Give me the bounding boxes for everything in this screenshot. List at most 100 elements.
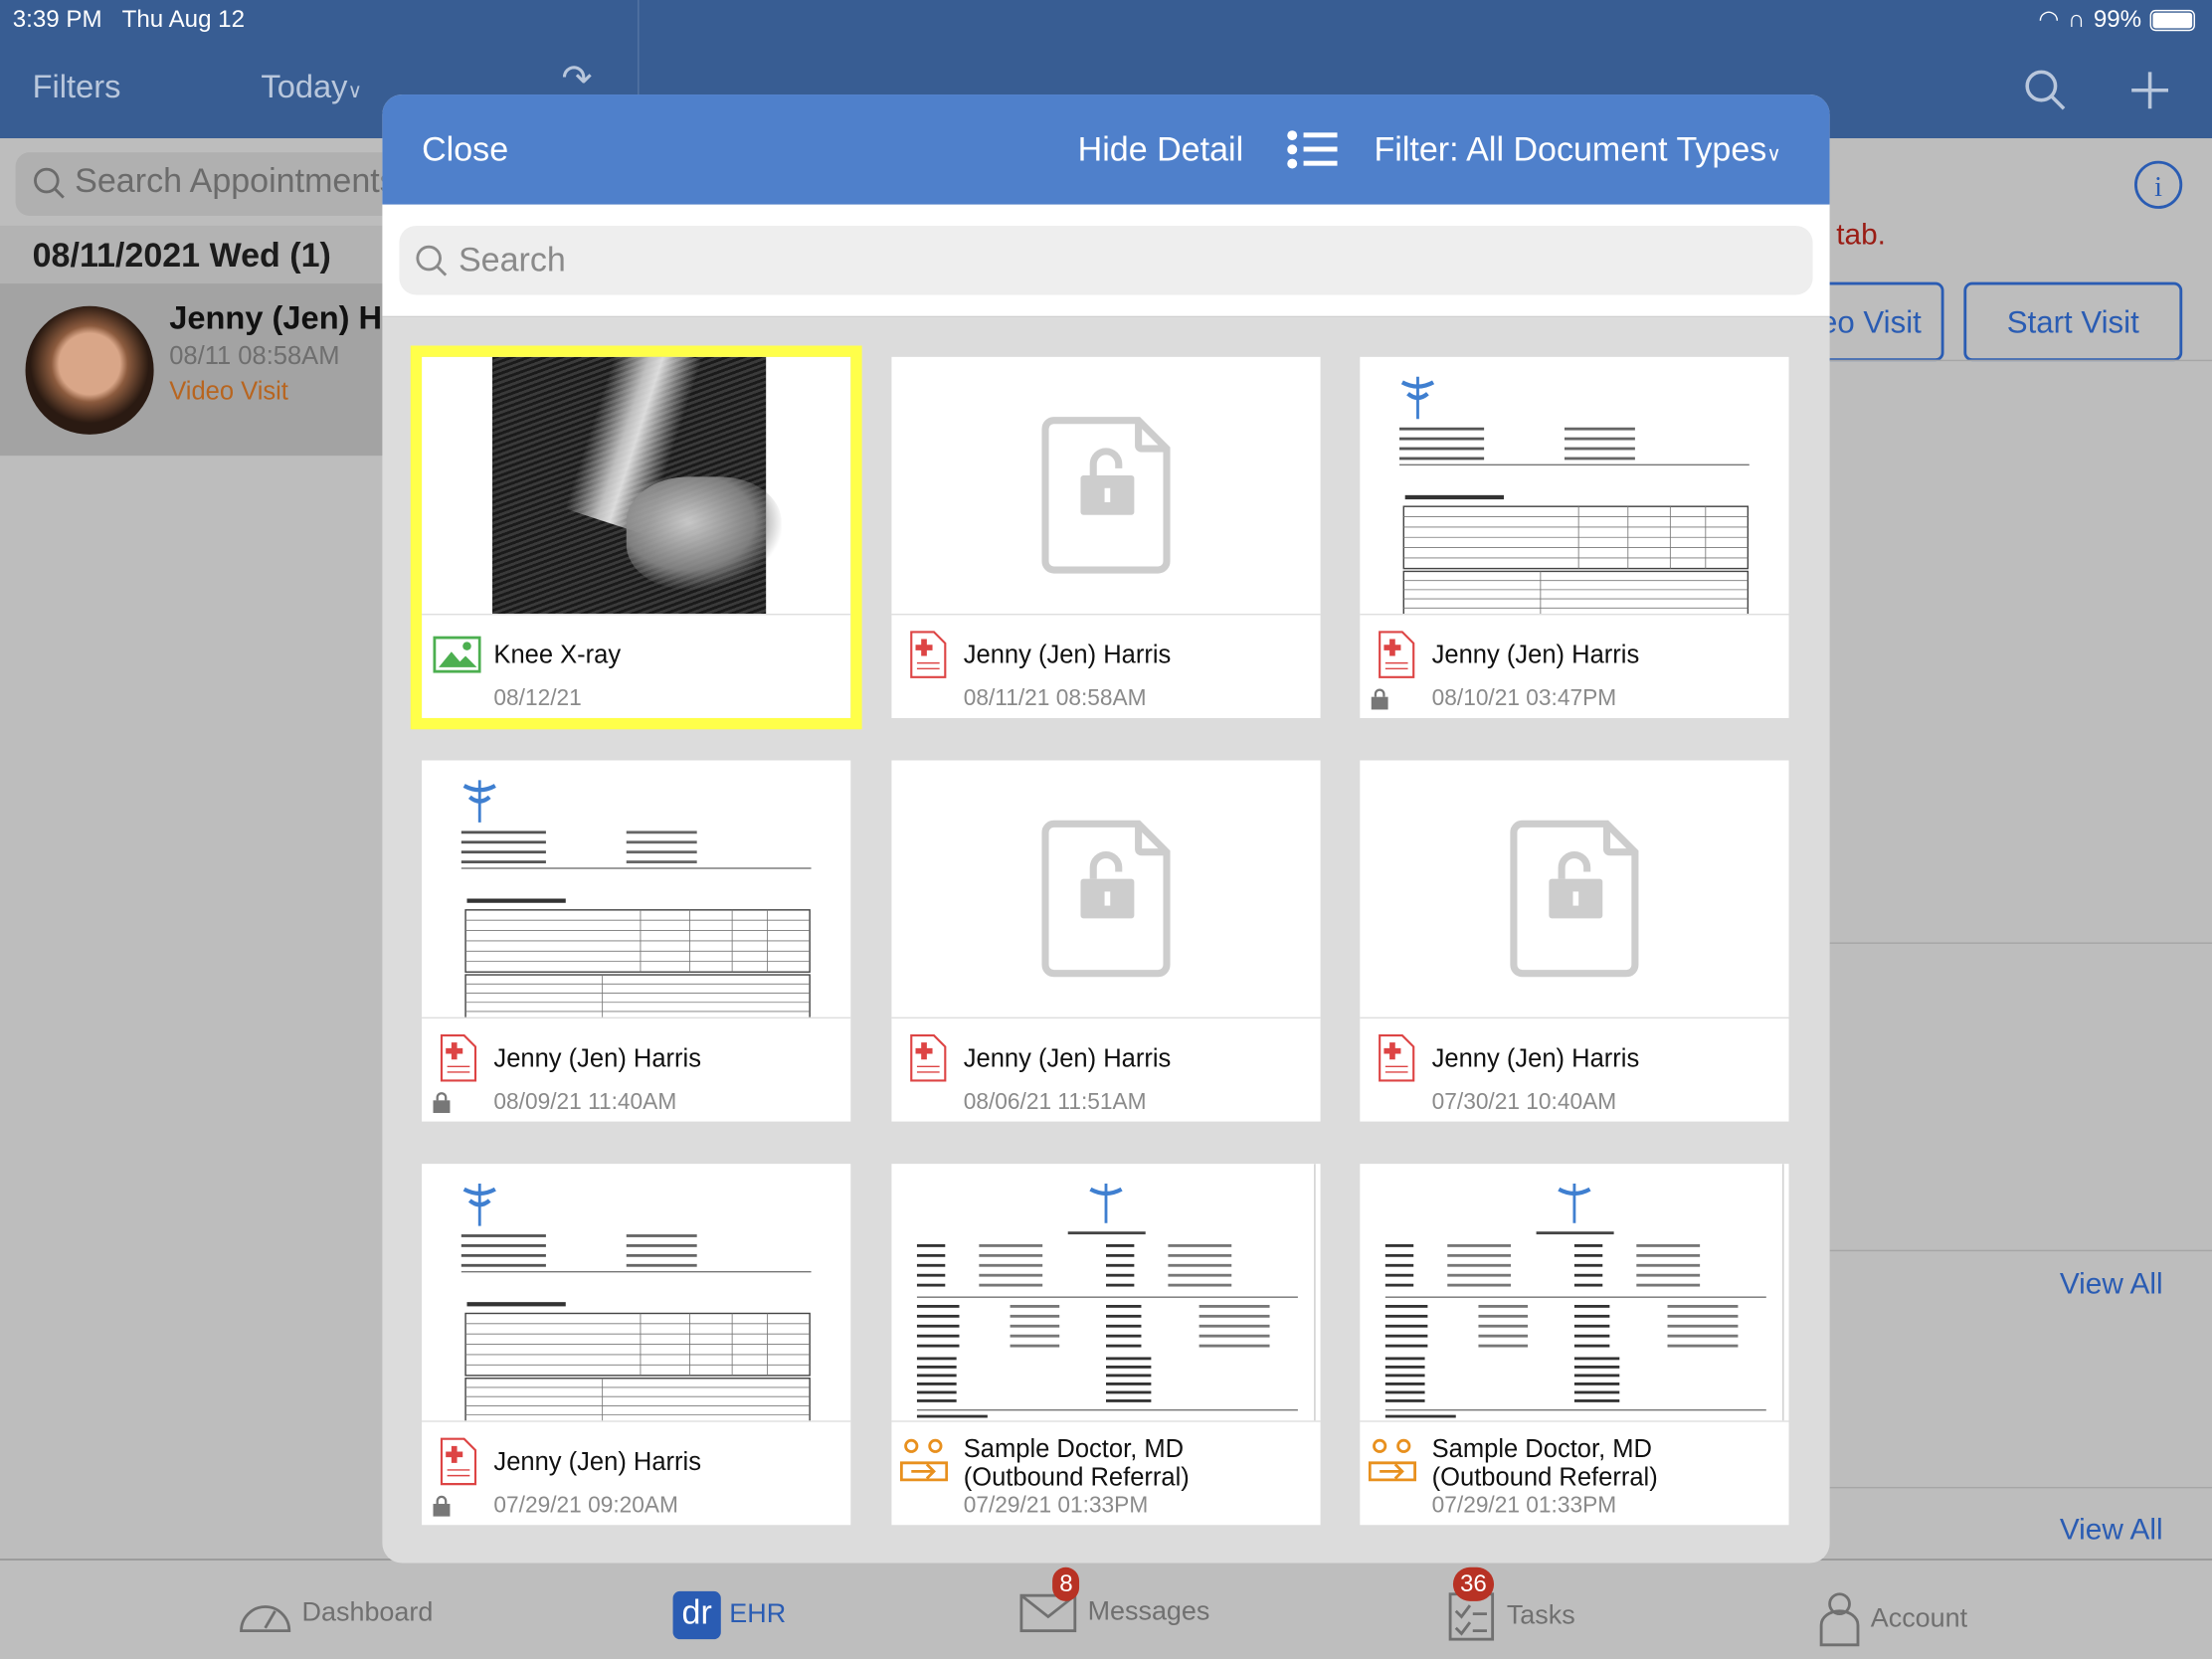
document-thumbnail xyxy=(1360,1164,1789,1422)
tab-ehr[interactable]: dr EHR xyxy=(672,1590,787,1640)
title-text: Jenny (Jen) Harris xyxy=(1431,1043,1640,1072)
dashboard-gauge-icon xyxy=(240,1605,291,1633)
document-card[interactable]: Jenny (Jen) Harris 08/06/21 11:51AM xyxy=(891,760,1321,1122)
divider xyxy=(1829,1249,2212,1252)
headphones-icon: ∩ xyxy=(2067,5,2086,33)
battery-icon xyxy=(2149,9,2195,31)
view-all-link[interactable]: View All xyxy=(2060,1514,2163,1548)
start-visit-button[interactable]: Start Visit xyxy=(1963,281,2183,362)
xray-image xyxy=(492,356,782,614)
document-type-filter[interactable]: Filter: All Document Types∨ xyxy=(1374,131,1780,171)
avatar xyxy=(25,305,154,435)
documents-modal: Close Hide Detail Filter: All Document T… xyxy=(382,94,1830,1564)
tab-account[interactable]: Account xyxy=(1817,1591,1967,1648)
title-text: Jenny (Jen) Harris xyxy=(963,1043,1172,1072)
search-placeholder: Search xyxy=(458,241,566,279)
caduceus-logo-icon xyxy=(1400,376,1435,420)
document-title: Jenny (Jen) Harris xyxy=(493,1044,701,1072)
date: Thu Aug 12 xyxy=(121,5,246,33)
locked-document-icon xyxy=(1041,820,1171,978)
document-date: 08/09/21 11:40AM xyxy=(493,1090,677,1115)
hide-detail-button[interactable]: Hide Detail xyxy=(1078,131,1244,171)
caduceus-logo-icon xyxy=(1089,1184,1123,1223)
medical-document-icon xyxy=(910,1034,947,1082)
messages-badge: 8 xyxy=(1052,1567,1080,1601)
title-text: Jenny (Jen) Harris xyxy=(493,1447,701,1476)
document-title: Sample Doctor, MD (Outbound Referral) xyxy=(964,1434,1190,1491)
document-thumbnail xyxy=(891,1164,1321,1422)
document-date: 08/06/21 11:51AM xyxy=(963,1090,1147,1115)
document-title: Jenny (Jen) Harris xyxy=(964,641,1172,668)
image-icon xyxy=(433,636,481,673)
document-preview xyxy=(461,780,812,1017)
today-dropdown[interactable]: Today∨ xyxy=(261,68,362,105)
document-card[interactable]: Knee X-ray 08/12/21 xyxy=(410,345,862,730)
tab-messages[interactable]: Messages xyxy=(1019,1591,1209,1634)
document-title: Knee X-ray xyxy=(493,641,621,668)
document-title: Jenny (Jen) Harris xyxy=(493,1447,701,1475)
document-card[interactable]: Jenny (Jen) Harris 07/30/21 10:40AM xyxy=(1360,760,1789,1122)
subtitle-text: (Outbound Referral) xyxy=(1431,1462,1658,1492)
locked-document-icon xyxy=(1041,417,1171,574)
add-icon[interactable] xyxy=(2130,71,2170,110)
document-search-input[interactable]: Search xyxy=(399,225,1813,295)
divider xyxy=(1829,1486,2212,1489)
search-area: Search xyxy=(382,204,1830,318)
document-date: 07/30/21 10:40AM xyxy=(1431,1090,1617,1115)
filter-label: Filter: All Document Types xyxy=(1374,130,1767,170)
document-card[interactable]: Sample Doctor, MD (Outbound Referral) 07/2… xyxy=(891,1164,1321,1526)
document-card[interactable]: Sample Doctor, MD (Outbound Referral) 07/2… xyxy=(1360,1164,1789,1526)
battery-percent: 99% xyxy=(2093,5,2142,33)
document-thumbnail xyxy=(1360,761,1789,1019)
tab-dashboard[interactable]: Dashboard xyxy=(237,1591,433,1636)
tab-label: Account xyxy=(1870,1603,1968,1634)
document-card[interactable]: Jenny (Jen) Harris 08/09/21 11:40AM xyxy=(422,760,851,1122)
tab-label: Dashboard xyxy=(301,1598,434,1628)
search-icon xyxy=(34,167,65,199)
tab-label: EHR xyxy=(729,1599,787,1630)
appointment-time: 08/11 08:58AM xyxy=(169,341,340,370)
document-card[interactable]: Jenny (Jen) Harris 08/10/21 03:47PM xyxy=(1360,356,1789,718)
document-preview xyxy=(461,1184,812,1421)
visit-type: Video Visit xyxy=(169,376,288,406)
document-date: 08/10/21 03:47PM xyxy=(1431,686,1617,711)
filters-button[interactable]: Filters xyxy=(33,68,121,105)
referral-icon xyxy=(899,1438,949,1482)
view-all-link[interactable]: View All xyxy=(2060,1268,2163,1302)
medical-document-icon xyxy=(910,631,947,678)
medical-document-icon xyxy=(1379,1034,1415,1082)
title-text: Jenny (Jen) Harris xyxy=(1431,640,1640,669)
caduceus-logo-icon xyxy=(462,1184,496,1226)
close-button[interactable]: Close xyxy=(422,131,508,171)
account-doctor-icon xyxy=(1819,1592,1860,1647)
lock-icon xyxy=(1371,688,1388,710)
ehr-logo-icon: dr xyxy=(672,1590,721,1640)
status-time: 3:39 PM Thu Aug 12 xyxy=(13,6,245,34)
locked-document-icon xyxy=(1510,820,1639,978)
subtitle-text: (Outbound Referral) xyxy=(963,1462,1190,1492)
document-card[interactable]: Jenny (Jen) Harris 08/11/21 08:58AM xyxy=(891,356,1321,718)
chevron-down-icon: ∨ xyxy=(1766,142,1781,165)
tab-label: Messages xyxy=(1087,1596,1210,1627)
title-text: Jenny (Jen) Harris xyxy=(963,640,1172,669)
lock-icon xyxy=(433,1495,451,1517)
document-title: Jenny (Jen) Harris xyxy=(1432,641,1640,668)
title-text: Sample Doctor, MD xyxy=(963,1434,1185,1463)
medical-document-icon xyxy=(440,1437,477,1486)
app-screen: 3:39 PM Thu Aug 12 ◠ ∩ 99% Filters Today∨… xyxy=(0,0,2212,1659)
document-date: 08/12/21 xyxy=(493,686,582,711)
medical-document-icon xyxy=(440,1034,477,1082)
divider xyxy=(1829,359,2212,362)
document-title: Jenny (Jen) Harris xyxy=(1432,1044,1640,1072)
referral-icon xyxy=(1368,1438,1417,1482)
title-text: Sample Doctor, MD xyxy=(1431,1434,1652,1463)
document-date: 07/29/21 09:20AM xyxy=(493,1494,678,1519)
tab-label: Tasks xyxy=(1506,1600,1575,1631)
document-date: 07/29/21 01:33PM xyxy=(963,1494,1149,1519)
search-icon[interactable] xyxy=(2023,68,2068,112)
list-view-icon[interactable] xyxy=(1287,129,1338,169)
document-card[interactable]: Jenny (Jen) Harris 07/29/21 09:20AM xyxy=(422,1164,851,1526)
document-date: 07/29/21 01:33PM xyxy=(1431,1494,1617,1519)
info-icon[interactable]: i xyxy=(2133,159,2184,210)
time: 3:39 PM xyxy=(12,5,102,33)
